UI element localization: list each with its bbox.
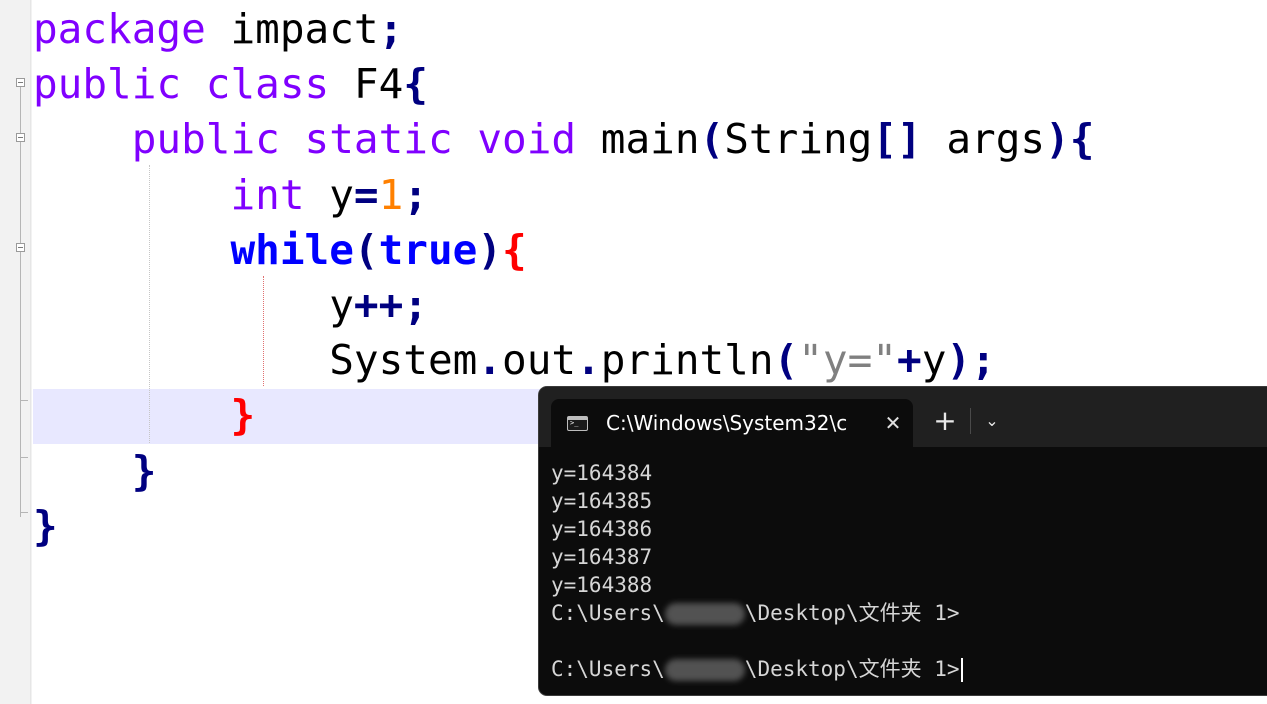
code-token: ++; — [353, 281, 428, 329]
tab-dropdown-button[interactable]: ⌄ — [981, 408, 1003, 434]
code-line[interactable]: System.out.println("y="+y); — [33, 333, 996, 387]
code-token: = — [353, 170, 379, 219]
prompt-line-active: C:\Users\ \Desktop\文件夹 1> — [551, 655, 1267, 683]
code-line[interactable]: int y=1; — [33, 168, 428, 222]
code-line[interactable]: } — [33, 499, 58, 553]
fold-marker-class-icon[interactable] — [16, 78, 25, 87]
output-line: y=164384 — [551, 461, 653, 485]
redacted-username — [664, 603, 745, 625]
code-token: while — [230, 225, 354, 274]
code-token: + — [897, 336, 922, 385]
code-token: public — [131, 115, 280, 164]
output-line: y=164387 — [551, 545, 653, 569]
code-token: ){ — [1045, 115, 1095, 164]
code-line[interactable]: y++; — [33, 278, 428, 332]
code-token: ( — [699, 115, 725, 164]
redacted-username — [664, 659, 745, 681]
code-token: y — [921, 336, 947, 385]
prompt-prefix: C:\Users\ — [551, 657, 665, 681]
code-token: System — [33, 336, 478, 385]
terminal-tab[interactable]: C:\Windows\System32\c ✕ — [551, 399, 913, 447]
code-token: true — [378, 225, 478, 274]
tab-title: C:\Windows\System32\c — [606, 411, 848, 435]
code-token: ); — [946, 336, 996, 385]
code-token: out — [502, 336, 577, 385]
code-token: . — [576, 336, 601, 385]
code-token: ; — [403, 170, 428, 219]
code-token: main — [576, 115, 700, 164]
prompt-line: C:\Users\ \Desktop\文件夹 1> — [551, 599, 1267, 627]
editor-gutter — [0, 0, 32, 704]
code-line[interactable]: package impact; — [33, 2, 403, 56]
code-token: public — [33, 60, 182, 109]
text-cursor — [960, 658, 963, 682]
code-token: } — [230, 391, 256, 440]
prompt-suffix: \Desktop\文件夹 1> — [744, 601, 960, 625]
code-token: "y=" — [798, 336, 897, 385]
fold-marker-main-icon[interactable] — [16, 133, 25, 142]
terminal-output[interactable]: y=164384 y=164385 y=164386 y=164387 y=16… — [551, 459, 1267, 683]
code-line[interactable]: public class F4{ — [33, 57, 428, 111]
output-line: y=164388 — [551, 573, 653, 597]
code-token: ) — [477, 225, 503, 274]
code-token: [] — [872, 115, 922, 164]
prompt-suffix: \Desktop\文件夹 1> — [744, 657, 960, 681]
code-token: class — [205, 60, 330, 109]
code-token: ; — [378, 5, 404, 53]
gutter-border — [30, 0, 31, 704]
code-token: { — [403, 60, 428, 109]
output-line: y=164386 — [551, 517, 653, 541]
code-token: void — [477, 115, 577, 164]
fold-marker-while-icon[interactable] — [16, 243, 25, 252]
code-token: String — [724, 115, 873, 164]
fold-end-class — [20, 512, 28, 513]
code-line[interactable]: } — [33, 388, 255, 442]
code-line[interactable]: public static void main(String[] args){ — [33, 112, 1095, 166]
code-token: y — [304, 170, 354, 219]
fold-line — [20, 87, 21, 517]
prompt-prefix: C:\Users\ — [551, 601, 665, 625]
close-tab-button[interactable]: ✕ — [880, 410, 906, 436]
code-token: ( — [353, 225, 379, 274]
code-token: 1 — [378, 170, 404, 219]
new-tab-button[interactable]: + — [932, 407, 958, 435]
code-token: F4 — [329, 60, 404, 109]
code-token: int — [230, 170, 305, 219]
code-token: ( — [773, 336, 799, 385]
code-token: . — [477, 336, 503, 385]
output-line: y=164385 — [551, 489, 653, 513]
terminal-tab-bar: C:\Windows\System32\c ✕ + ⌄ — [539, 387, 1267, 447]
code-line[interactable]: } — [33, 444, 157, 498]
code-token: args — [921, 115, 1046, 164]
code-token: static — [304, 115, 453, 164]
code-token: } — [33, 501, 58, 550]
code-token: println — [600, 336, 774, 385]
code-token: package — [33, 5, 206, 53]
code-token: impact — [205, 5, 379, 53]
tab-separator — [970, 408, 971, 434]
code-token: y — [33, 281, 354, 329]
terminal-window[interactable]: C:\Windows\System32\c ✕ + ⌄ y=164384 y=1… — [539, 387, 1267, 695]
code-line[interactable]: while(true){ — [33, 223, 527, 277]
code-token: { — [502, 225, 527, 274]
terminal-icon — [567, 416, 588, 431]
fold-end-main — [20, 457, 28, 458]
fold-end-while — [20, 400, 28, 401]
code-token: } — [131, 446, 157, 495]
